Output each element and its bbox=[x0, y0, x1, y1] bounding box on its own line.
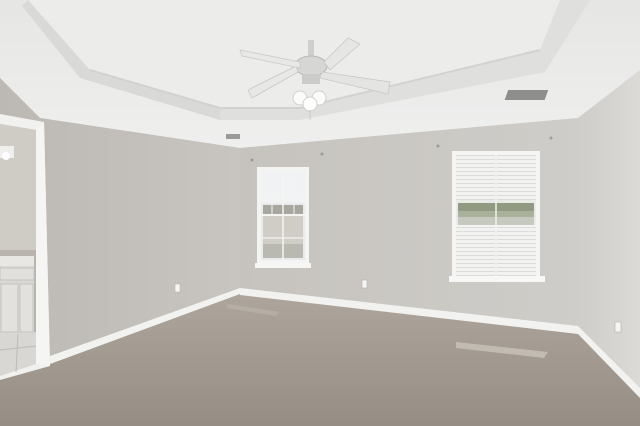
doorway bbox=[0, 114, 50, 380]
bathroom-counter bbox=[0, 256, 34, 266]
room-photo bbox=[0, 0, 640, 426]
air-vent bbox=[504, 90, 549, 100]
air-vent bbox=[226, 134, 240, 139]
wall-outlet bbox=[361, 279, 368, 289]
window-right bbox=[449, 151, 545, 282]
window-left bbox=[255, 167, 311, 268]
wall-outlet bbox=[614, 321, 622, 333]
fan-light bbox=[302, 96, 318, 112]
wall-outlet bbox=[174, 283, 181, 293]
room-illustration bbox=[0, 0, 640, 426]
